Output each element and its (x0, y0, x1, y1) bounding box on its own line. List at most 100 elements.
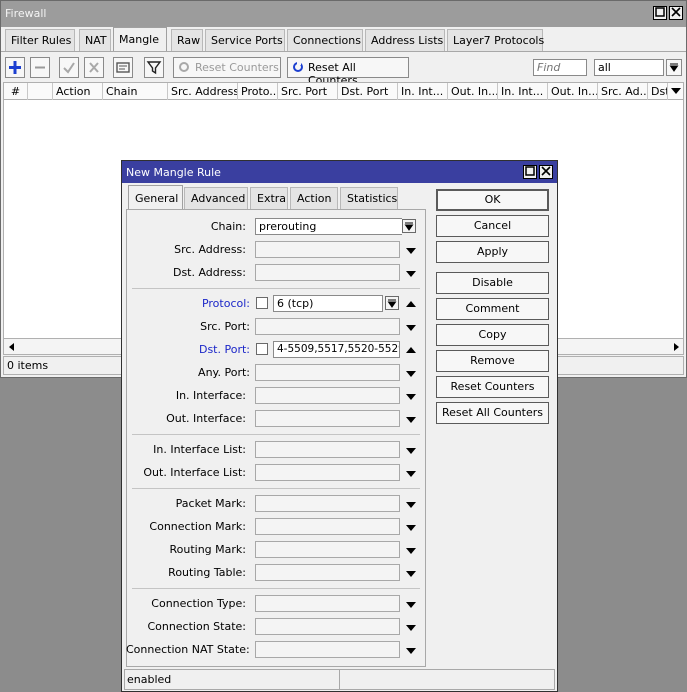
any-port-dropdown[interactable] (406, 368, 416, 378)
divider (132, 588, 420, 589)
out-interface-input[interactable] (255, 410, 400, 427)
col-dst-port[interactable]: Dst. Port (338, 83, 398, 100)
remove-rule-button[interactable]: Remove (436, 350, 549, 372)
close-icon (541, 166, 551, 176)
protocol-collapse-button[interactable] (406, 298, 416, 308)
disable-button[interactable] (84, 57, 104, 78)
reset-all-counters-rule-button[interactable]: Reset All Counters (436, 402, 549, 424)
col-out-interface[interactable]: Out. In... (448, 83, 498, 100)
col-src-address-list[interactable]: Src. Ad... (598, 83, 648, 100)
col-src-port[interactable]: Src. Port (278, 83, 338, 100)
out-interface-list-dropdown[interactable] (406, 468, 416, 478)
connection-state-input[interactable] (255, 618, 400, 635)
src-port-dropdown[interactable] (406, 322, 416, 332)
chevron-down-icon (404, 222, 414, 231)
col-src-address[interactable]: Src. Address (168, 83, 238, 100)
chain-dropdown-button[interactable] (402, 219, 416, 233)
find-input[interactable] (533, 59, 587, 76)
col-action[interactable]: Action (53, 83, 103, 100)
protocol-dropdown-button[interactable] (385, 296, 399, 310)
col-in-interface[interactable]: In. Int... (398, 83, 448, 100)
packet-mark-input[interactable] (255, 495, 400, 512)
routing-mark-input[interactable] (255, 541, 400, 558)
col-dst-address-list[interactable]: Dst (648, 83, 668, 100)
connection-mark-input[interactable] (255, 518, 400, 535)
close-button[interactable] (669, 6, 683, 20)
dst-address-input[interactable] (255, 264, 400, 281)
maximize-button[interactable] (653, 6, 667, 20)
dialog-maximize-button[interactable] (523, 165, 537, 179)
tab-mangle[interactable]: Mangle (113, 27, 167, 51)
tab-layer7-protocols[interactable]: Layer7 Protocols (447, 29, 544, 51)
tab-connections[interactable]: Connections (287, 29, 363, 51)
remove-button[interactable] (30, 57, 50, 78)
col-flags[interactable] (28, 83, 53, 100)
add-button[interactable] (5, 57, 25, 78)
routing-mark-dropdown[interactable] (406, 545, 416, 555)
tab-service-ports[interactable]: Service Ports (205, 29, 285, 51)
protocol-invert-checkbox[interactable] (256, 297, 268, 309)
reset-all-counters-button[interactable]: Reset All Counters (287, 57, 409, 87)
connection-nat-state-dropdown[interactable] (406, 645, 416, 655)
dialog-tab-statistics[interactable]: Statistics (340, 187, 398, 209)
in-interface-dropdown[interactable] (406, 391, 416, 401)
connection-mark-dropdown[interactable] (406, 522, 416, 532)
connection-state-dropdown[interactable] (406, 622, 416, 632)
filter-button[interactable] (144, 57, 164, 78)
col-chain[interactable]: Chain (103, 83, 168, 100)
tab-raw[interactable]: Raw (171, 29, 203, 51)
scroll-right-icon[interactable] (671, 342, 681, 352)
tab-filter-rules[interactable]: Filter Rules (5, 29, 75, 51)
reset-counters-rule-button[interactable]: Reset Counters (436, 376, 549, 398)
dialog-tab-general[interactable]: General (128, 185, 183, 210)
packet-mark-dropdown[interactable] (406, 499, 416, 509)
ok-button[interactable]: OK (436, 189, 549, 211)
dialog-close-button[interactable] (539, 165, 553, 179)
src-port-input[interactable] (255, 318, 400, 335)
in-interface-input[interactable] (255, 387, 400, 404)
in-interface-list-input[interactable] (255, 441, 400, 458)
col-out-interface-list[interactable]: Out. In... (548, 83, 598, 100)
comment-rule-button[interactable]: Comment (436, 298, 549, 320)
dst-port-invert-checkbox[interactable] (256, 343, 268, 355)
chain-input[interactable]: prerouting (255, 218, 402, 235)
src-address-dropdown[interactable] (406, 245, 416, 255)
src-port-label: Src. Port: (200, 320, 250, 333)
columns-menu-button[interactable] (670, 86, 682, 99)
col-number[interactable]: # (4, 83, 28, 100)
col-in-interface-list[interactable]: In. Int... (498, 83, 548, 100)
scroll-left-icon[interactable] (7, 342, 17, 352)
col-protocol[interactable]: Proto... (238, 83, 278, 100)
dst-address-dropdown[interactable] (406, 268, 416, 278)
firewall-title-bar[interactable]: Firewall (1, 1, 686, 27)
dst-port-collapse-button[interactable] (406, 344, 416, 354)
out-interface-list-input[interactable] (255, 464, 400, 481)
src-address-input[interactable] (255, 241, 400, 258)
filter-dropdown-button[interactable] (666, 59, 682, 76)
in-interface-list-dropdown[interactable] (406, 445, 416, 455)
connection-type-input[interactable] (255, 595, 400, 612)
routing-table-input[interactable] (255, 564, 400, 581)
comment-button[interactable] (113, 57, 133, 78)
disable-rule-button[interactable]: Disable (436, 272, 549, 294)
dialog-title-bar[interactable]: New Mangle Rule (122, 161, 557, 183)
apply-button[interactable]: Apply (436, 241, 549, 263)
reset-counters-icon (179, 62, 189, 72)
any-port-input[interactable] (255, 364, 400, 381)
out-interface-dropdown[interactable] (406, 414, 416, 424)
connection-type-dropdown[interactable] (406, 599, 416, 609)
connection-nat-state-input[interactable] (255, 641, 400, 658)
filter-select[interactable]: all (594, 59, 664, 76)
copy-button[interactable]: Copy (436, 324, 549, 346)
protocol-input[interactable]: 6 (tcp) (273, 295, 383, 312)
tab-address-lists[interactable]: Address Lists (365, 29, 445, 51)
dialog-tab-advanced[interactable]: Advanced (184, 187, 248, 209)
tab-nat[interactable]: NAT (79, 29, 111, 51)
dst-port-input[interactable]: 4-5509,5517,5520-5529 (273, 341, 400, 358)
enable-button[interactable] (59, 57, 79, 78)
reset-counters-button[interactable]: Reset Counters (173, 57, 281, 78)
dialog-tab-action[interactable]: Action (290, 187, 338, 209)
dialog-tab-extra[interactable]: Extra (250, 187, 288, 209)
routing-table-dropdown[interactable] (406, 568, 416, 578)
cancel-button[interactable]: Cancel (436, 215, 549, 237)
